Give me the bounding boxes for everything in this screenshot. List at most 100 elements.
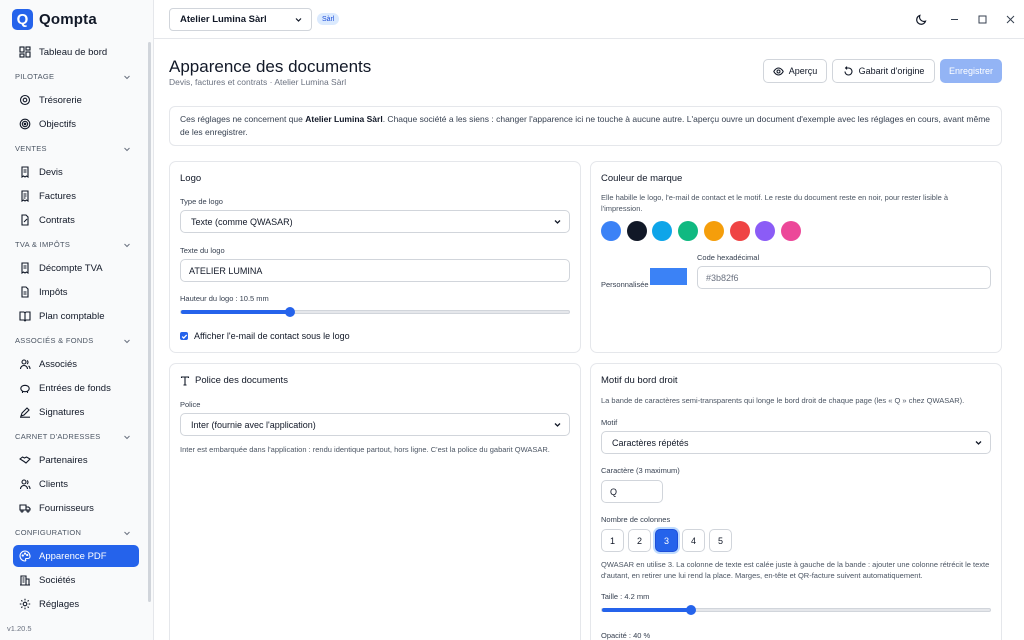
size-slider-thumb[interactable]: [686, 605, 697, 615]
section-pilotage[interactable]: PILOTAGE: [15, 72, 131, 81]
color-swatch[interactable]: [626, 221, 647, 241]
section-configuration[interactable]: CONFIGURATION: [15, 528, 131, 537]
piggy-bank-icon: [20, 384, 30, 393]
chevron-down-icon: [295, 18, 302, 22]
chevron-down-icon: [124, 75, 130, 79]
sidebar-item-objectifs[interactable]: Objectifs: [13, 113, 139, 135]
logo-type-select[interactable]: Texte (comme QWASAR): [180, 210, 570, 233]
sidebar-item-impots[interactable]: Impôts: [13, 281, 139, 303]
sidebar-item-label: Signatures: [39, 406, 85, 418]
vat-icon: [21, 262, 29, 274]
show-email-label: Afficher l'e-mail de contact sous le log…: [194, 331, 350, 341]
column-option-4[interactable]: 4: [682, 529, 705, 552]
handshake-icon: [19, 456, 31, 464]
logo-height-slider-fill: [181, 310, 290, 314]
font-card-title: Police des documents: [180, 375, 288, 386]
column-option-5[interactable]: 5: [709, 529, 732, 552]
minimize-icon[interactable]: [948, 13, 961, 26]
motif-card-title: Motif du bord droit: [601, 375, 678, 386]
app-logo-mark: Q: [12, 9, 33, 30]
columns-label: Nombre de colonnes: [601, 515, 671, 524]
size-slider-fill: [602, 608, 692, 612]
truck-icon: [19, 504, 31, 513]
color-swatch[interactable]: [678, 221, 699, 241]
sidebar-item-partenaires[interactable]: Partenaires: [13, 449, 139, 471]
sidebar-item-decompte-tva[interactable]: Décompte TVA: [13, 257, 139, 279]
preview-button[interactable]: Aperçu: [763, 59, 827, 83]
chevron-down-icon: [554, 220, 561, 224]
logo-card: Logo Type de logo Texte (comme QWASAR) T…: [169, 161, 581, 353]
sidebar-item-reglages[interactable]: Réglages: [13, 593, 139, 615]
contract-icon: [21, 214, 29, 226]
sidebar-scrollbar[interactable]: [148, 42, 151, 602]
color-swatch[interactable]: [703, 221, 724, 241]
invoice-icon: [21, 190, 29, 202]
show-email-checkbox[interactable]: [180, 332, 188, 340]
sidebar-item-plan-comptable[interactable]: Plan comptable: [13, 305, 139, 327]
sidebar-item-apparence-pdf[interactable]: Apparence PDF: [13, 545, 139, 567]
reset-template-button[interactable]: Gabarit d'origine: [832, 59, 935, 83]
color-swatch[interactable]: [755, 221, 776, 241]
font-select[interactable]: Inter (fournie avec l'application): [180, 413, 570, 436]
section-tva[interactable]: TVA & IMPÔTS: [15, 240, 131, 249]
chevron-down-icon: [124, 531, 130, 535]
palette-icon: [19, 550, 31, 562]
sidebar-item-contrats[interactable]: Contrats: [13, 209, 139, 231]
sidebar-item-factures[interactable]: Factures: [13, 185, 139, 207]
page-subtitle: Devis, factures et contrats · Atelier Lu…: [169, 77, 347, 87]
maximize-icon[interactable]: [976, 13, 989, 26]
close-icon[interactable]: [1004, 13, 1017, 26]
color-swatch[interactable]: [729, 221, 750, 241]
sidebar-item-devis[interactable]: Devis: [13, 161, 139, 183]
sidebar-item-label: Entrées de fonds: [39, 382, 111, 394]
column-option-3[interactable]: 3: [655, 529, 678, 552]
save-button[interactable]: Enregistrer: [940, 59, 1002, 83]
preview-button-label: Aperçu: [788, 66, 818, 76]
sidebar-item-associes[interactable]: Associés: [13, 353, 139, 375]
sidebar-item-clients[interactable]: Clients: [13, 473, 139, 495]
logo-height-slider[interactable]: [180, 307, 570, 317]
company-select[interactable]: Atelier Lumina Sàrl: [169, 8, 312, 31]
app-version: v1.20.5: [7, 624, 32, 633]
motif-label: Motif: [601, 418, 618, 427]
color-swatch[interactable]: [601, 221, 621, 241]
logo-height-slider-thumb[interactable]: [284, 307, 295, 317]
reset-template-button-label: Gabarit d'origine: [858, 66, 925, 76]
color-swatch[interactable]: [780, 221, 801, 241]
motif-select[interactable]: Caractères répétés: [601, 431, 991, 454]
page-title: Apparence des documents: [169, 57, 372, 76]
chevron-down-icon: [124, 435, 130, 439]
section-ventes[interactable]: VENTES: [15, 144, 131, 153]
brand-color-card-title: Couleur de marque: [601, 173, 682, 184]
treasury-icon: [19, 94, 31, 106]
custom-color-picker[interactable]: [650, 268, 687, 285]
column-option-2[interactable]: 2: [628, 529, 651, 552]
sidebar-item-entrees-fonds[interactable]: Entrées de fonds: [13, 377, 139, 399]
hex-code-label: Code hexadécimal: [697, 253, 760, 262]
sidebar-item-label: Fournisseurs: [39, 502, 94, 514]
sidebar-item-label: Décompte TVA: [39, 262, 103, 274]
section-carnet[interactable]: CARNET D'ADRESSES: [15, 432, 131, 441]
logo-type-label: Type de logo: [180, 197, 223, 206]
hex-code-input[interactable]: #3b82f6: [697, 266, 991, 289]
logo-text-input[interactable]: ATELIER LUMINA: [180, 259, 570, 282]
char-input[interactable]: Q: [601, 480, 663, 503]
sidebar-item-signatures[interactable]: Signatures: [13, 401, 139, 423]
sidebar-item-label: Plan comptable: [39, 310, 105, 322]
app-logo[interactable]: Q Qompta: [12, 9, 97, 30]
brand-color-title-text: Couleur de marque: [601, 173, 683, 184]
size-slider[interactable]: [601, 605, 991, 615]
company-type-badge: Sàrl: [317, 13, 340, 25]
sidebar-item-dashboard[interactable]: Tableau de bord: [13, 41, 139, 63]
sidebar-item-societes[interactable]: Sociétés: [13, 569, 139, 591]
color-swatch[interactable]: [652, 221, 673, 241]
sidebar-item-tresorerie[interactable]: Trésorerie: [13, 89, 139, 111]
sidebar-item-label: Devis: [39, 166, 63, 178]
building-icon: [20, 575, 30, 586]
section-associes[interactable]: ASSOCIÉS & FONDS: [15, 336, 131, 345]
chevron-down-icon: [124, 339, 130, 343]
sidebar-item-fournisseurs[interactable]: Fournisseurs: [13, 497, 139, 519]
column-option-1[interactable]: 1: [601, 529, 624, 552]
theme-toggle-icon[interactable]: [915, 13, 928, 26]
info-company: Atelier Lumina Sàrl: [305, 114, 383, 124]
